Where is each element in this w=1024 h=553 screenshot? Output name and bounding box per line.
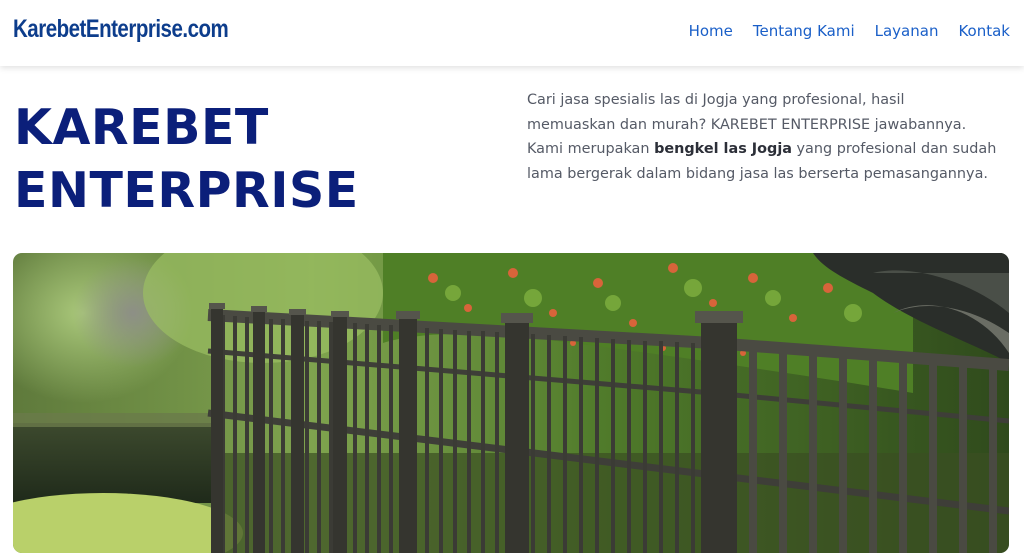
hero-title-line-2: ENTERPRISE: [14, 162, 359, 219]
hero-description: Cari jasa spesialis las di Jogja yang pr…: [527, 88, 997, 186]
nav-tentang-kami[interactable]: Tentang Kami: [753, 22, 855, 40]
main-nav: Home Tentang Kami Layanan Kontak: [689, 22, 1010, 40]
metal-fence-garden-photo: [13, 253, 1009, 553]
hero-photo: [13, 253, 1009, 553]
site-logo[interactable]: KarebetEnterprise.com: [13, 15, 229, 44]
nav-layanan[interactable]: Layanan: [875, 22, 939, 40]
hero-title: KAREBET ENTERPRISE: [14, 96, 359, 222]
hero-desc-bold: bengkel las Jogja: [654, 141, 792, 158]
nav-home[interactable]: Home: [689, 22, 733, 40]
site-header: KarebetEnterprise.com Home Tentang Kami …: [0, 0, 1024, 66]
nav-kontak[interactable]: Kontak: [958, 22, 1010, 40]
hero-title-line-1: KAREBET: [14, 99, 269, 156]
